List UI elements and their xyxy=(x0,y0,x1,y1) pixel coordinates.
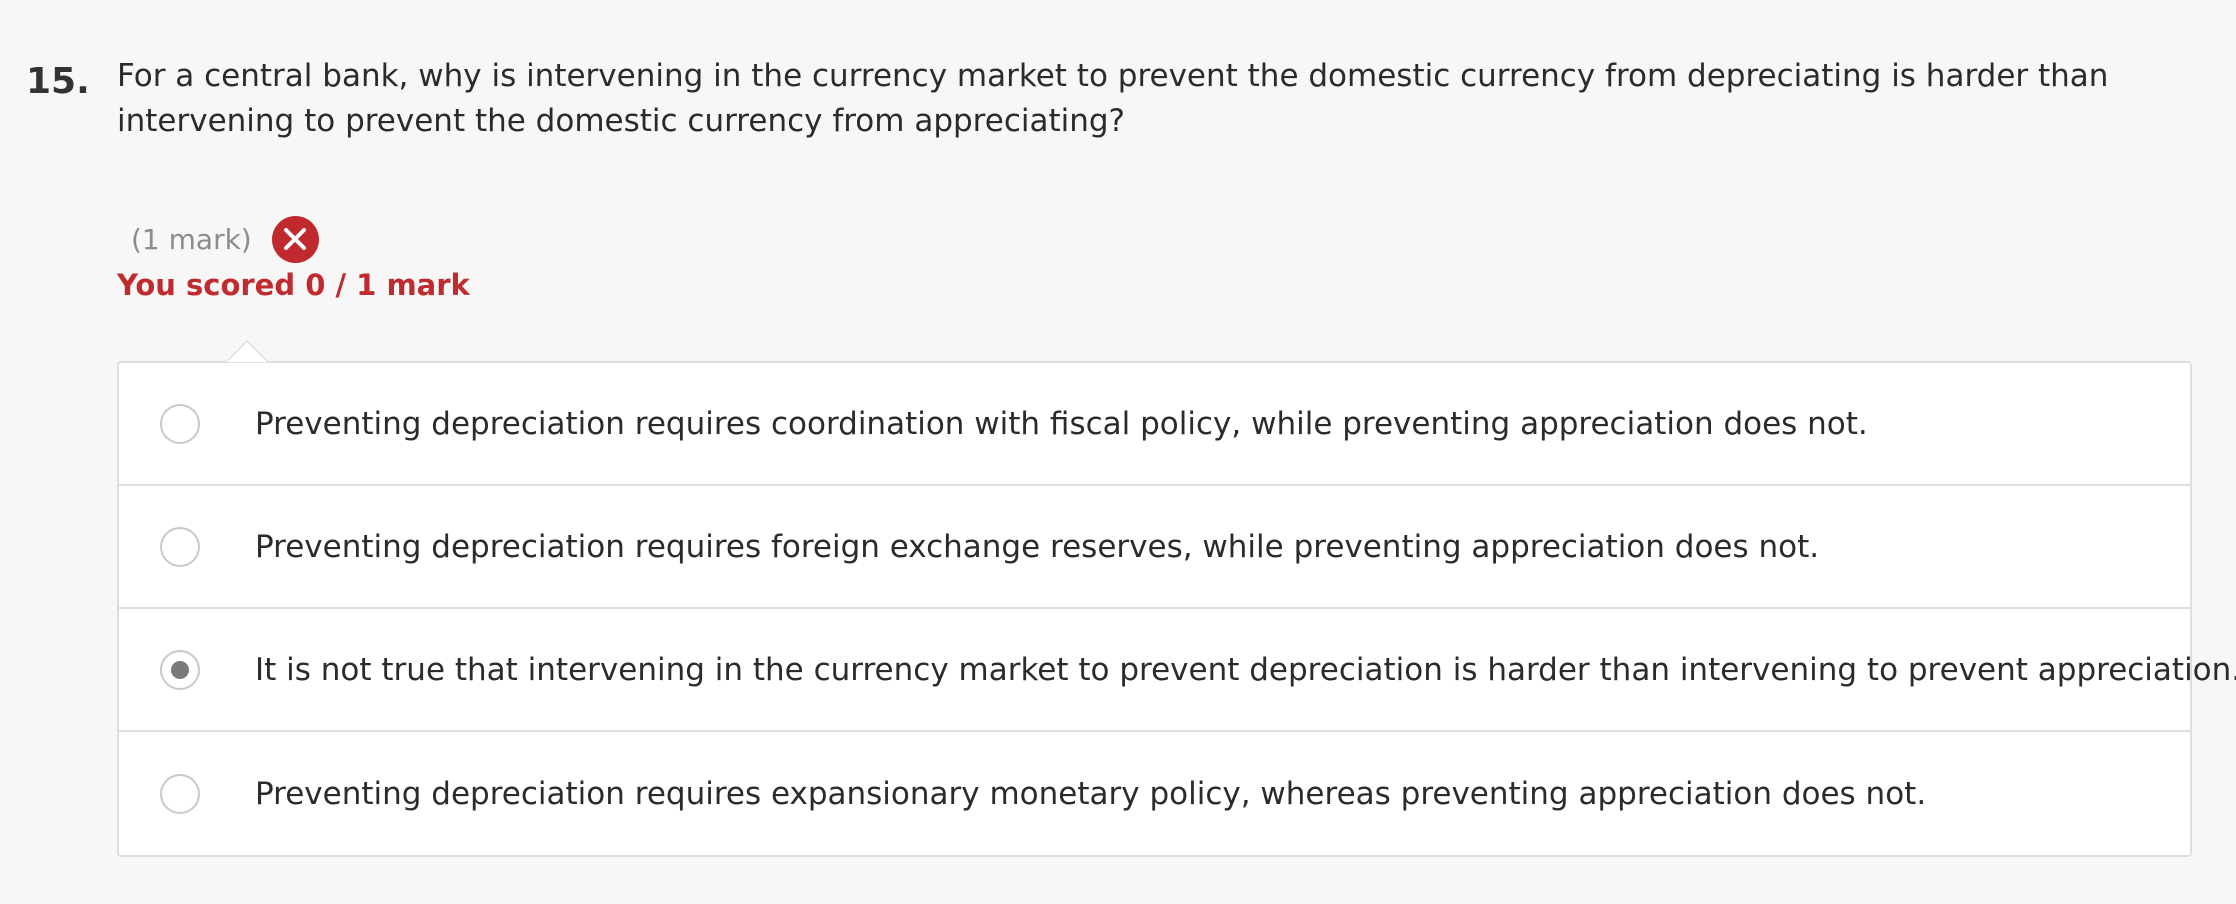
score-text: You scored 0 / 1 mark xyxy=(117,268,470,302)
answer-option-label: Preventing depreciation requires coordin… xyxy=(255,405,1868,442)
answer-option[interactable]: Preventing depreciation requires foreign… xyxy=(119,486,2190,609)
mark-row: (1 mark) xyxy=(131,214,319,264)
answer-option[interactable]: Preventing depreciation requires expansi… xyxy=(119,732,2190,855)
question-text: For a central bank, why is intervening i… xyxy=(117,58,2109,139)
answer-option-label: It is not true that intervening in the c… xyxy=(255,651,2236,688)
radio-button-selected[interactable] xyxy=(160,649,200,690)
answer-option[interactable]: Preventing depreciation requires coordin… xyxy=(119,363,2190,486)
answer-option-selected[interactable]: It is not true that intervening in the c… xyxy=(119,609,2236,732)
radio-selected-dot xyxy=(171,660,189,679)
radio-button[interactable] xyxy=(160,773,200,814)
answer-option-label: Preventing depreciation requires foreign… xyxy=(255,528,1820,565)
quiz-question-page: 15. For a central bank, why is interveni… xyxy=(0,0,2236,904)
radio-button[interactable] xyxy=(160,526,200,567)
feedback-pointer xyxy=(225,340,269,362)
wrong-icon xyxy=(271,215,319,263)
answer-options: Preventing depreciation requires coordin… xyxy=(117,340,2236,857)
question-number: 15. xyxy=(26,61,90,102)
radio-button[interactable] xyxy=(160,403,200,444)
marks-label: (1 mark) xyxy=(131,222,252,256)
answer-option-label: Preventing depreciation requires expansi… xyxy=(255,775,1927,812)
